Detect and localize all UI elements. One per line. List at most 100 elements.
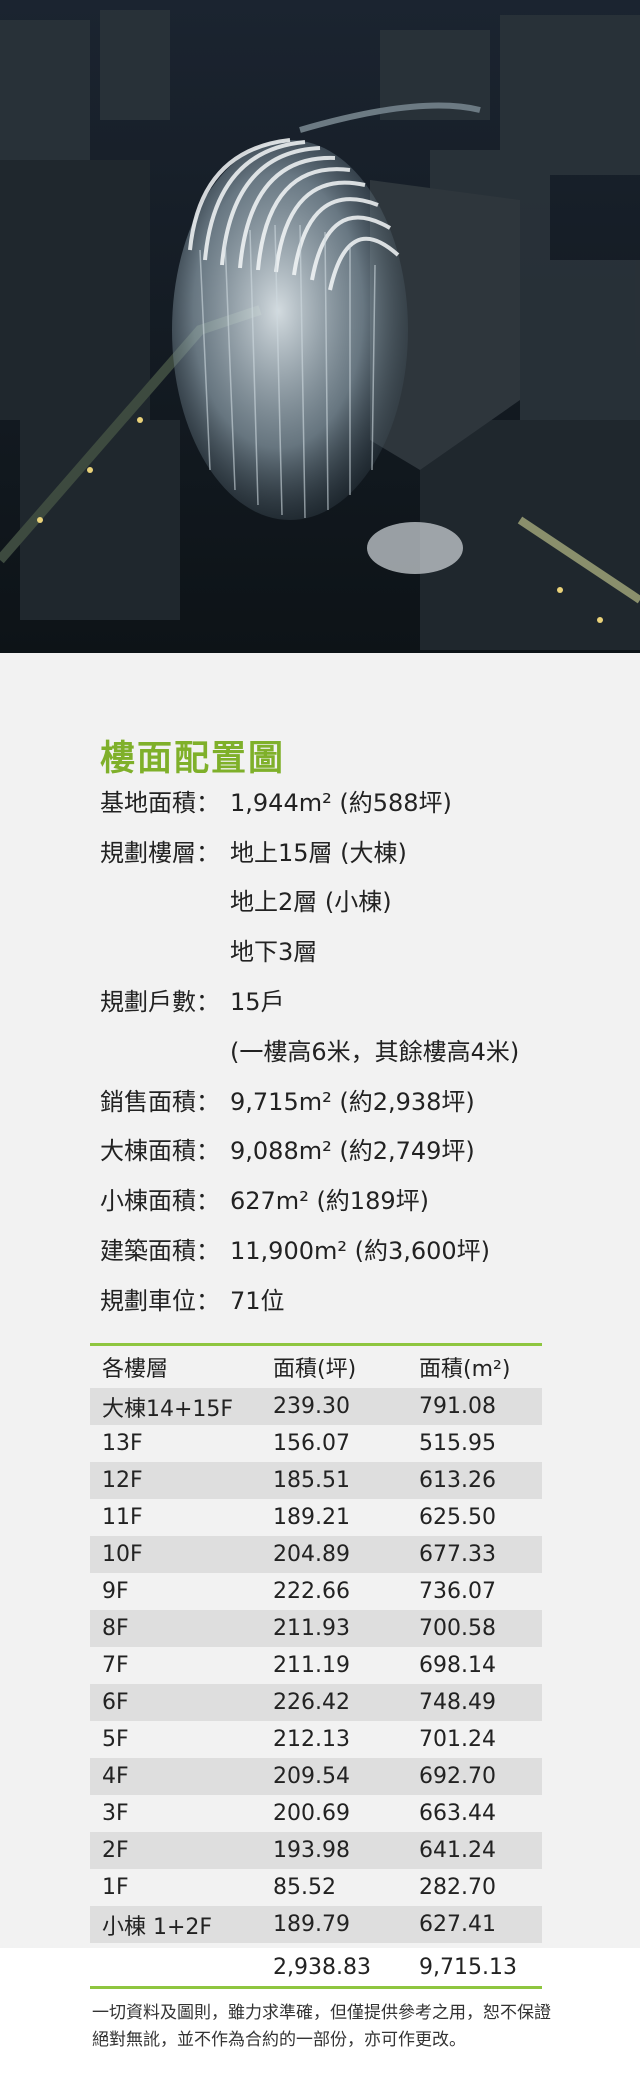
spec-label: 大棟面積： (100, 1137, 220, 1165)
table-cell: 12F (102, 1468, 143, 1493)
table-cell: 625.50 (419, 1505, 496, 1530)
spec-floors: 規劃樓層： 地上15層 (大棟) (100, 837, 407, 869)
table-cell: 700.58 (419, 1616, 496, 1641)
table-cell: 627.41 (419, 1912, 496, 1937)
spec-label: 規劃車位： (100, 1287, 220, 1315)
spec-value: 1,944m² (約588坪) (230, 789, 452, 817)
table-header-row: 各樓層 面積(坪) 面積(m²) (90, 1346, 542, 1388)
table-cell: 193.98 (273, 1838, 350, 1863)
spec-main-building-area: 大棟面積： 9,088m² (約2,749坪) (100, 1135, 475, 1167)
table-cell: 189.21 (273, 1505, 350, 1530)
table-row: 11F 189.21 625.50 (90, 1499, 542, 1536)
table-cell: 613.26 (419, 1468, 496, 1493)
table-cell: 663.44 (419, 1801, 496, 1826)
table-cell: 748.49 (419, 1690, 496, 1715)
spec-value: 71位 (230, 1287, 285, 1315)
table-row: 大棟14+15F 239.30 791.08 (90, 1388, 542, 1425)
table-header-cell: 各樓層 (102, 1357, 169, 1382)
table-total-row: 2,938.83 9,715.13 (90, 1948, 542, 1989)
table-row: 2F 193.98 641.24 (90, 1832, 542, 1869)
floor-area-table: 各樓層 面積(坪) 面積(m²) 大棟14+15F 239.30 791.08 13… (90, 1343, 542, 1943)
table-cell: 211.19 (273, 1653, 350, 1678)
table-cell: 239.30 (273, 1394, 350, 1419)
disclaimer-text: 一切資料及圖則，雖力求準確，但僅提供參考之用，恕不保證絕對無訛，並不作為合約的一… (92, 2003, 551, 2050)
table-row: 小棟 1+2F 189.79 627.41 (90, 1906, 542, 1943)
table-cell: 185.51 (273, 1468, 350, 1493)
table-cell: 791.08 (419, 1394, 496, 1419)
table-cell: 200.69 (273, 1801, 350, 1826)
table-cell: 515.95 (419, 1431, 496, 1456)
table-cell: 226.42 (273, 1690, 350, 1715)
spec-value: 9,715m² (約2,938坪) (230, 1088, 475, 1116)
table-cell: 692.70 (419, 1764, 496, 1789)
table-header-cell: 面積(坪) (273, 1357, 357, 1382)
table-row: 13F 156.07 515.95 (90, 1425, 542, 1462)
table-row: 3F 200.69 663.44 (90, 1795, 542, 1832)
spec-value: 地上15層 (大棟) (230, 839, 407, 867)
table-cell: 6F (102, 1690, 129, 1715)
table-cell: 85.52 (273, 1875, 336, 1900)
table-cell: 大棟14+15F (102, 1396, 234, 1422)
hero-building-photo (0, 0, 640, 653)
spec-sales-area: 銷售面積： 9,715m² (約2,938坪) (100, 1086, 475, 1118)
table-cell: 3F (102, 1801, 129, 1826)
table-cell: 1F (102, 1875, 129, 1900)
building-night-illustration (0, 0, 640, 653)
spec-units-note: (一樓高6米，其餘樓高4米) (230, 1038, 520, 1066)
table-cell: 641.24 (419, 1838, 496, 1863)
spec-value: 627m² (約189坪) (230, 1187, 429, 1215)
table-row: 5F 212.13 701.24 (90, 1721, 542, 1758)
table-row: 6F 226.42 748.49 (90, 1684, 542, 1721)
table-cell: 736.07 (419, 1579, 496, 1604)
spec-floors-line-2: 地上2層 (小棟) (230, 888, 392, 916)
table-cell: 小棟 1+2F (102, 1914, 213, 1940)
spec-site-area: 基地面積： 1,944m² (約588坪) (100, 787, 452, 819)
table-cell: 156.07 (273, 1431, 350, 1456)
spec-value: 15戶 (230, 988, 285, 1016)
table-cell: 7F (102, 1653, 129, 1678)
spec-small-building-area: 小棟面積： 627m² (約189坪) (100, 1185, 429, 1217)
floor-plan-info: 樓面配置圖 基地面積： 1,944m² (約588坪) 規劃樓層： 地上15層 (大… (0, 653, 640, 1948)
table-cell: 222.66 (273, 1579, 350, 1604)
spec-label: 小棟面積： (100, 1187, 220, 1215)
table-cell: 204.89 (273, 1542, 350, 1567)
table-total-sqm: 9,715.13 (419, 1954, 517, 1980)
spec-value: 11,900m² (約3,600坪) (230, 1237, 491, 1265)
spec-parking: 規劃車位： 71位 (100, 1285, 285, 1317)
spec-label: 建築面積： (100, 1237, 220, 1265)
table-cell: 701.24 (419, 1727, 496, 1752)
table-row: 10F 204.89 677.33 (90, 1536, 542, 1573)
table-total-ping: 2,938.83 (273, 1954, 371, 1980)
table-cell: 212.13 (273, 1727, 350, 1752)
spec-label: 基地面積： (100, 789, 220, 817)
spec-label: 銷售面積： (100, 1088, 220, 1116)
table-cell: 13F (102, 1431, 143, 1456)
table-cell: 2F (102, 1838, 129, 1863)
spec-label: 規劃樓層： (100, 839, 220, 867)
spec-value: 9,088m² (約2,749坪) (230, 1137, 475, 1165)
table-header-cell: 面積(m²) (419, 1357, 511, 1382)
spec-units: 規劃戶數： 15戶 (100, 986, 285, 1018)
table-cell: 9F (102, 1579, 129, 1604)
table-cell: 11F (102, 1505, 143, 1530)
table-cell: 698.14 (419, 1653, 496, 1678)
table-cell: 189.79 (273, 1912, 350, 1937)
table-row: 1F 85.52 282.70 (90, 1869, 542, 1906)
table-row: 4F 209.54 692.70 (90, 1758, 542, 1795)
table-cell: 282.70 (419, 1875, 496, 1900)
table-cell: 5F (102, 1727, 129, 1752)
table-cell: 10F (102, 1542, 143, 1567)
table-row: 8F 211.93 700.58 (90, 1610, 542, 1647)
table-cell: 8F (102, 1616, 129, 1641)
spec-label: 規劃戶數： (100, 988, 220, 1016)
table-row: 12F 185.51 613.26 (90, 1462, 542, 1499)
table-row: 9F 222.66 736.07 (90, 1573, 542, 1610)
table-cell: 4F (102, 1764, 129, 1789)
table-cell: 209.54 (273, 1764, 350, 1789)
table-row: 7F 211.19 698.14 (90, 1647, 542, 1684)
footer-area: 2,938.83 9,715.13 一切資料及圖則，雖力求準確，但僅提供參考之用… (0, 1948, 640, 2083)
spec-floors-line-3: 地下3層 (230, 938, 318, 966)
table-cell: 677.33 (419, 1542, 496, 1567)
table-cell: 211.93 (273, 1616, 350, 1641)
spec-building-area: 建築面積： 11,900m² (約3,600坪) (100, 1235, 490, 1267)
